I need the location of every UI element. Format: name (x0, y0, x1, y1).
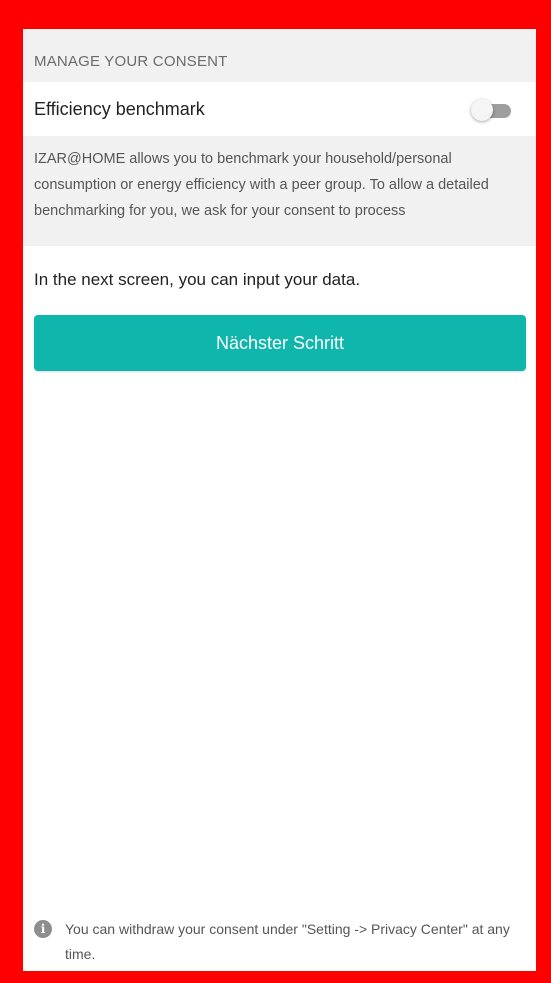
app-screen: MANAGE YOUR CONSENT Efficiency benchmark… (23, 29, 536, 971)
consent-description: IZAR@HOME allows you to benchmark your h… (34, 151, 489, 219)
efficiency-benchmark-switch[interactable] (471, 97, 513, 123)
consent-section-header: MANAGE YOUR CONSENT (23, 29, 536, 82)
efficiency-benchmark-label: Efficiency benchmark (34, 99, 205, 119)
switch-thumb (471, 99, 493, 121)
next-screen-info: In the next screen, you can input your d… (34, 270, 361, 289)
screenshot-frame: MANAGE YOUR CONSENT Efficiency benchmark… (0, 0, 551, 983)
efficiency-benchmark-row[interactable]: Efficiency benchmark (23, 82, 536, 136)
consent-description-box: IZAR@HOME allows you to benchmark your h… (23, 136, 536, 246)
info-icon: i (34, 920, 52, 938)
section-title: MANAGE YOUR CONSENT (34, 53, 228, 70)
next-step-button[interactable]: Nächster Schritt (34, 315, 526, 371)
withdraw-consent-note: You can withdraw your consent under "Set… (65, 921, 510, 962)
